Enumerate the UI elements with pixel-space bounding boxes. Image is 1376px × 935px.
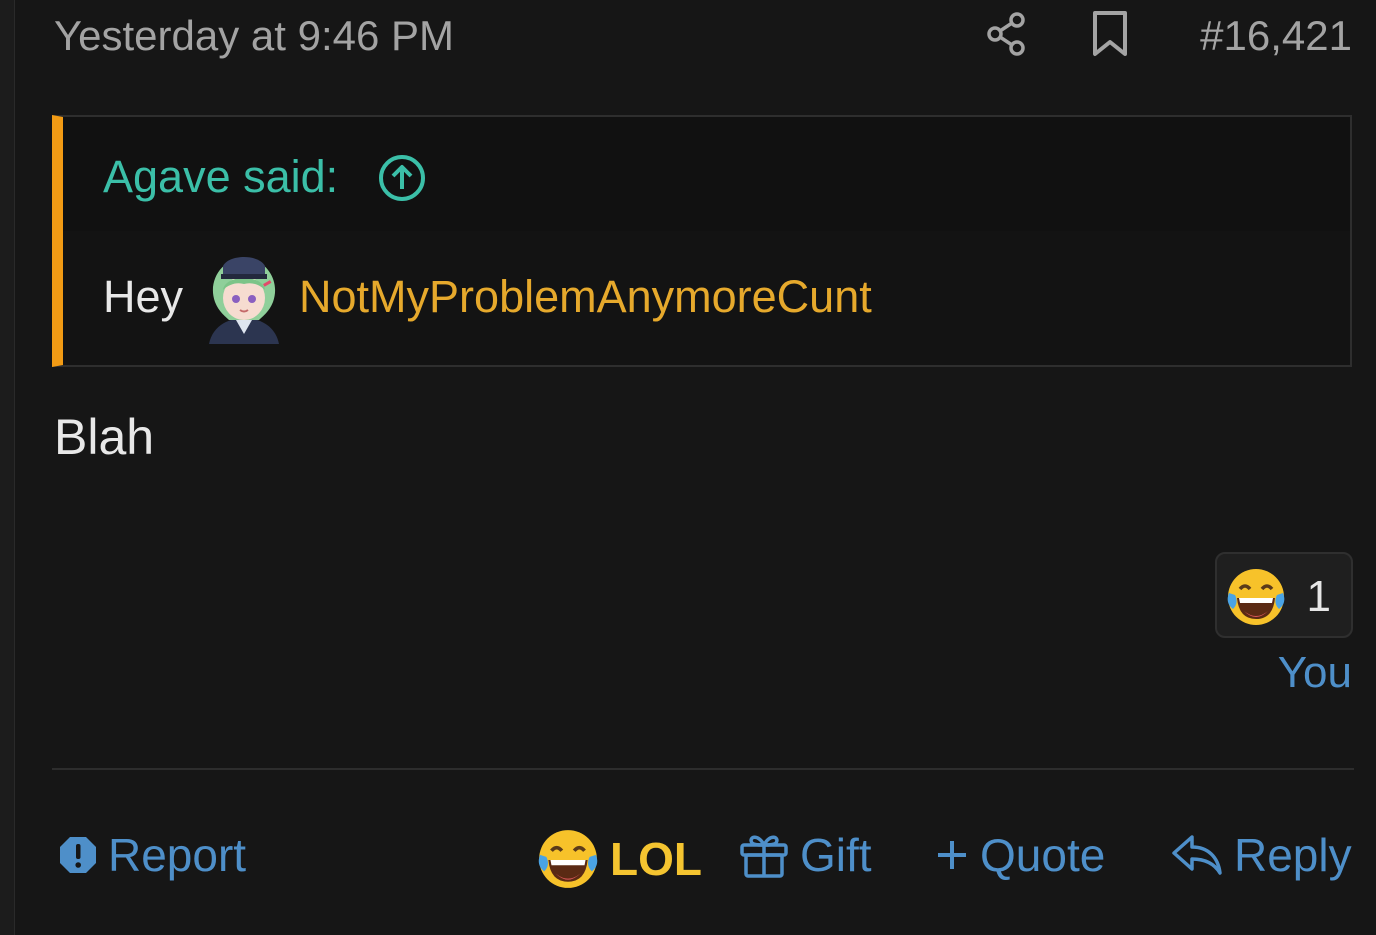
post-message: Blah [54,409,155,465]
gift-button[interactable]: Gift [738,828,872,882]
quote-label: Quote [980,829,1106,881]
gift-icon [740,835,788,878]
post-timestamp[interactable]: Yesterday at 9:46 PM [54,12,454,60]
reaction-count: 1 [1306,572,1331,621]
post-number-link[interactable]: #16,421 [1200,12,1352,60]
reply-button[interactable]: Reply [1170,828,1352,882]
jump-to-quote-icon[interactable] [377,153,427,203]
user-mention[interactable]: NotMyProblemAnymoreCunt [299,271,872,323]
bookmark-icon[interactable] [1090,10,1130,58]
quote-text: Hey [103,271,184,322]
reply-icon [1172,835,1222,875]
lol-label: LOL [610,833,702,885]
laughing-emoji-icon [538,830,598,888]
share-icon[interactable] [984,10,1028,58]
lol-reaction-button[interactable]: LOL [536,828,702,890]
post-header: Yesterday at 9:46 PM #16,421 [54,0,1352,70]
reaction-users-link[interactable]: You [1278,648,1352,698]
reply-label: Reply [1234,829,1352,881]
laughing-emoji-icon [1227,569,1285,625]
actions-divider [52,768,1354,770]
left-edge-border [0,0,15,935]
reaction-summary[interactable]: 1 [1215,552,1353,638]
plus-icon [938,841,966,869]
quote-author[interactable]: Agave said: [103,151,338,203]
mention-avatar[interactable] [203,250,285,344]
report-label: Report [108,829,247,881]
gift-label: Gift [800,829,872,881]
quote-block: Agave said: Hey NotMyProblemAnymoreCunt [52,115,1352,367]
report-icon [60,837,96,873]
report-button[interactable]: Report [58,828,246,882]
quote-header: Agave said: [63,117,1350,231]
quote-button[interactable]: Quote [934,828,1105,882]
quote-body: Hey NotMyProblemAnymoreCunt [103,249,872,345]
post-actions: Report LOL Gift Quote Reply [0,820,1376,900]
